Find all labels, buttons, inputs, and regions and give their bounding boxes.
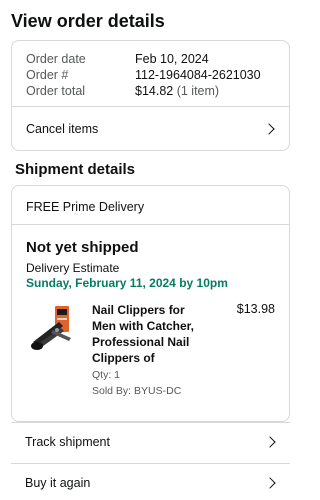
- chevron-right-icon: [263, 123, 275, 135]
- order-item-count: (1 item): [176, 84, 220, 98]
- track-shipment-label: Track shipment: [25, 435, 110, 449]
- order-date-label: Order date: [26, 52, 86, 66]
- page-title: View order details: [11, 11, 165, 31]
- order-total-value: $14.82 (1 item): [135, 84, 219, 99]
- product-name-link[interactable]: Nail Clippers for Men with Catcher, Prof…: [92, 302, 210, 366]
- shipment-section-title: Shipment details: [15, 161, 136, 178]
- chevron-right-icon: [264, 477, 276, 489]
- order-date-row: Order date Feb 10, 2024: [26, 52, 209, 67]
- delivery-estimate-label: Delivery Estimate: [26, 261, 120, 275]
- order-number-value: 112-1964084-2621030: [135, 68, 261, 82]
- prime-delivery-label: FREE Prime Delivery: [26, 200, 145, 214]
- divider: [12, 224, 289, 225]
- buy-it-again-label: Buy it again: [25, 476, 91, 490]
- shipment-card: FREE Prime Delivery Not yet shipped Deli…: [11, 185, 290, 422]
- product-sold-by: Sold By: BYUS-DC: [92, 385, 182, 397]
- product-qty: Qty: 1: [92, 369, 121, 381]
- buy-it-again-button[interactable]: Buy it again: [11, 464, 290, 500]
- order-total-row: Order total $14.82 (1 item): [26, 84, 219, 99]
- delivery-estimate-date: Sunday, February 11, 2024 by 10pm: [26, 276, 228, 290]
- order-total-amount: $14.82: [135, 84, 174, 98]
- order-total-label: Order total: [26, 84, 86, 98]
- cancel-items-button[interactable]: Cancel items: [12, 107, 289, 151]
- product-price: $13.98: [236, 302, 275, 316]
- track-shipment-button[interactable]: Track shipment: [11, 423, 290, 463]
- nail-clipper-product-image[interactable]: [29, 304, 75, 354]
- order-date-value: Feb 10, 2024: [135, 52, 209, 66]
- cancel-items-label: Cancel items: [26, 122, 99, 136]
- order-summary-card: Order date Feb 10, 2024 Order # 112-1964…: [11, 40, 290, 151]
- shipment-status: Not yet shipped: [26, 239, 139, 256]
- order-number-label: Order #: [26, 68, 69, 82]
- order-number-row: Order # 112-1964084-2621030: [26, 68, 261, 83]
- chevron-right-icon: [264, 436, 276, 448]
